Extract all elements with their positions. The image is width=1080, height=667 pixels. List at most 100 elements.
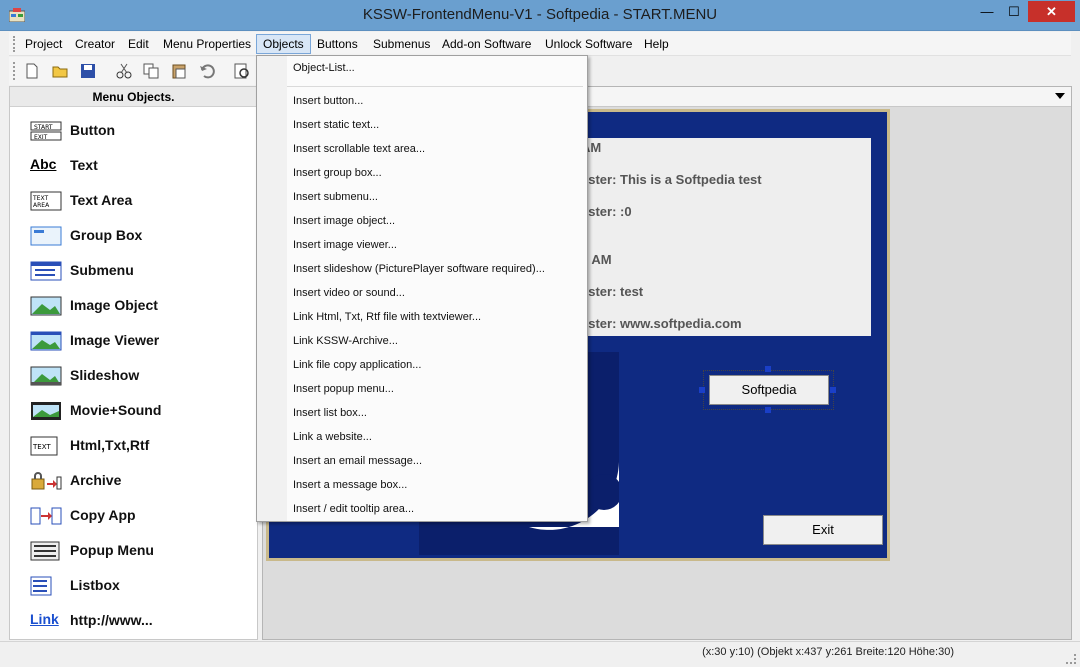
preview-icon[interactable] (233, 62, 251, 80)
objects-dropdown-menu: Object-List... Insert button... Insert s… (256, 55, 588, 522)
menu-add-on-software[interactable]: Add-on Software (436, 34, 537, 54)
group-box-icon (30, 226, 62, 246)
resize-handle[interactable] (699, 387, 705, 393)
link-icon: Link (30, 611, 59, 627)
menu-item-insert-image-viewer[interactable]: Insert image viewer... (293, 239, 397, 251)
copy-icon[interactable] (142, 62, 160, 80)
object-item-movie-sound[interactable]: Movie+Sound (30, 399, 250, 423)
archive-lock-icon (31, 472, 62, 490)
object-label-button: Button (70, 122, 116, 138)
undo-icon[interactable] (198, 62, 216, 80)
object-label-text: Text (70, 157, 98, 173)
text-area-object[interactable]: AM ester: This is a Softpedia test ester… (569, 138, 871, 336)
menu-item-insert-button[interactable]: Insert button... (293, 95, 363, 107)
object-item-image-object[interactable]: Image Object (30, 294, 250, 318)
minimize-button[interactable]: — (974, 1, 1000, 22)
menu-item-insert-scrollable-text-area[interactable]: Insert scrollable text area... (293, 143, 425, 155)
maximize-button[interactable]: ☐ (1001, 1, 1027, 22)
toolbar-grip[interactable] (13, 62, 15, 80)
menu-item-object-list[interactable]: Object-List... (293, 62, 355, 74)
object-item-link[interactable]: Link http://www... (30, 609, 250, 633)
object-label-copy-app: Copy App (70, 507, 136, 523)
object-item-submenu[interactable]: Submenu (30, 259, 250, 283)
object-label-movie-sound: Movie+Sound (70, 402, 162, 418)
object-item-html-txt-rtf[interactable]: TEXT Html,Txt,Rtf (30, 434, 250, 458)
menu-buttons[interactable]: Buttons (311, 34, 364, 54)
menu-item-link-textviewer[interactable]: Link Html, Txt, Rtf file with textviewer… (293, 311, 481, 323)
menu-item-insert-slideshow[interactable]: Insert slideshow (PicturePlayer software… (293, 263, 545, 275)
text-line: ester: www.softpedia.com (581, 316, 742, 331)
object-label-listbox: Listbox (70, 577, 120, 593)
panel-title: Menu Objects. (10, 87, 257, 107)
slideshow-icon (30, 366, 62, 386)
object-label-text-area: Text Area (70, 192, 133, 208)
svg-text:AREA: AREA (33, 202, 50, 209)
menu-submenus[interactable]: Submenus (367, 34, 436, 54)
menu-objects-panel: Menu Objects. START EXIT Button Abc Text … (9, 86, 258, 640)
open-folder-icon[interactable] (51, 62, 69, 80)
cut-icon[interactable] (115, 62, 133, 80)
menu-help[interactable]: Help (638, 34, 675, 54)
text-line: ester: test (581, 284, 644, 299)
svg-text:TEXT: TEXT (32, 443, 51, 451)
resize-grip-icon[interactable] (1066, 654, 1076, 664)
menu-menu-properties[interactable]: Menu Properties (157, 34, 257, 54)
listbox-icon (30, 576, 52, 596)
object-item-group-box[interactable]: Group Box (30, 224, 250, 248)
menu-unlock-software[interactable]: Unlock Software (539, 34, 638, 54)
svg-text:EXIT: EXIT (34, 134, 48, 141)
object-label-slideshow: Slideshow (70, 367, 140, 383)
menu-item-insert-email[interactable]: Insert an email message... (293, 455, 422, 467)
menu-item-insert-image-object[interactable]: Insert image object... (293, 215, 395, 227)
new-file-icon[interactable] (23, 62, 41, 80)
softpedia-button[interactable]: Softpedia (709, 375, 829, 405)
object-label-html-txt-rtf: Html,Txt,Rtf (70, 437, 150, 453)
menu-item-insert-popup-menu[interactable]: Insert popup menu... (293, 383, 394, 395)
text-line: ester: This is a Softpedia test (581, 172, 762, 187)
object-item-archive[interactable]: Archive (30, 469, 250, 493)
menu-separator (287, 86, 583, 87)
object-item-slideshow[interactable]: Slideshow (30, 364, 250, 388)
menu-item-insert-video-sound[interactable]: Insert video or sound... (293, 287, 405, 299)
menu-item-link-website[interactable]: Link a website... (293, 431, 372, 443)
movie-sound-icon (31, 402, 61, 420)
chevron-down-icon[interactable] (1055, 93, 1065, 99)
resize-handle[interactable] (765, 407, 771, 413)
status-coordinates: (x:30 y:10) (Objekt x:437 y:261 Breite:1… (702, 646, 954, 658)
close-button[interactable]: ✕ (1028, 1, 1075, 22)
object-item-listbox[interactable]: Listbox (30, 574, 250, 598)
object-item-popup-menu[interactable]: Popup Menu (30, 539, 250, 563)
menu-item-insert-submenu[interactable]: Insert submenu... (293, 191, 378, 203)
object-label-image-object: Image Object (70, 297, 158, 313)
object-label-link: http://www... (70, 612, 153, 628)
resize-handle[interactable] (765, 366, 771, 372)
object-label-group-box: Group Box (70, 227, 143, 243)
object-item-text-area[interactable]: TEXT AREA Text Area (30, 189, 250, 213)
object-label-image-viewer: Image Viewer (70, 332, 160, 348)
window-title: KSSW-FrontendMenu-V1 - Softpedia - START… (362, 6, 718, 23)
menu-item-link-file-copy[interactable]: Link file copy application... (293, 359, 421, 371)
object-item-copy-app[interactable]: Copy App (30, 504, 250, 528)
paste-icon[interactable] (170, 62, 188, 80)
object-item-button[interactable]: START EXIT Button (30, 119, 250, 143)
object-label-popup-menu: Popup Menu (70, 542, 154, 558)
object-item-image-viewer[interactable]: Image Viewer (30, 329, 250, 353)
menu-project[interactable]: Project (19, 34, 68, 54)
save-icon[interactable] (79, 62, 97, 80)
start-exit-button-icon: START EXIT (30, 121, 62, 141)
svg-text:TEXT: TEXT (32, 195, 48, 202)
menu-item-insert-message-box[interactable]: Insert a message box... (293, 479, 407, 491)
menu-item-insert-group-box[interactable]: Insert group box... (293, 167, 382, 179)
menu-objects[interactable]: Objects (256, 34, 311, 54)
menu-creator[interactable]: Creator (69, 34, 121, 54)
menu-item-insert-static-text[interactable]: Insert static text... (293, 119, 379, 131)
menu-item-insert-tooltip-area[interactable]: Insert / edit tooltip area... (293, 503, 414, 515)
resize-handle[interactable] (830, 387, 836, 393)
text-area-icon: TEXTAREA (30, 191, 62, 211)
menu-item-insert-list-box[interactable]: Insert list box... (293, 407, 367, 419)
exit-button[interactable]: Exit (763, 515, 883, 545)
object-item-text[interactable]: Abc Text (30, 154, 250, 178)
menu-item-link-kssw-archive[interactable]: Link KSSW-Archive... (293, 335, 398, 347)
menubar-grip[interactable] (13, 36, 15, 52)
menu-edit[interactable]: Edit (122, 34, 155, 54)
